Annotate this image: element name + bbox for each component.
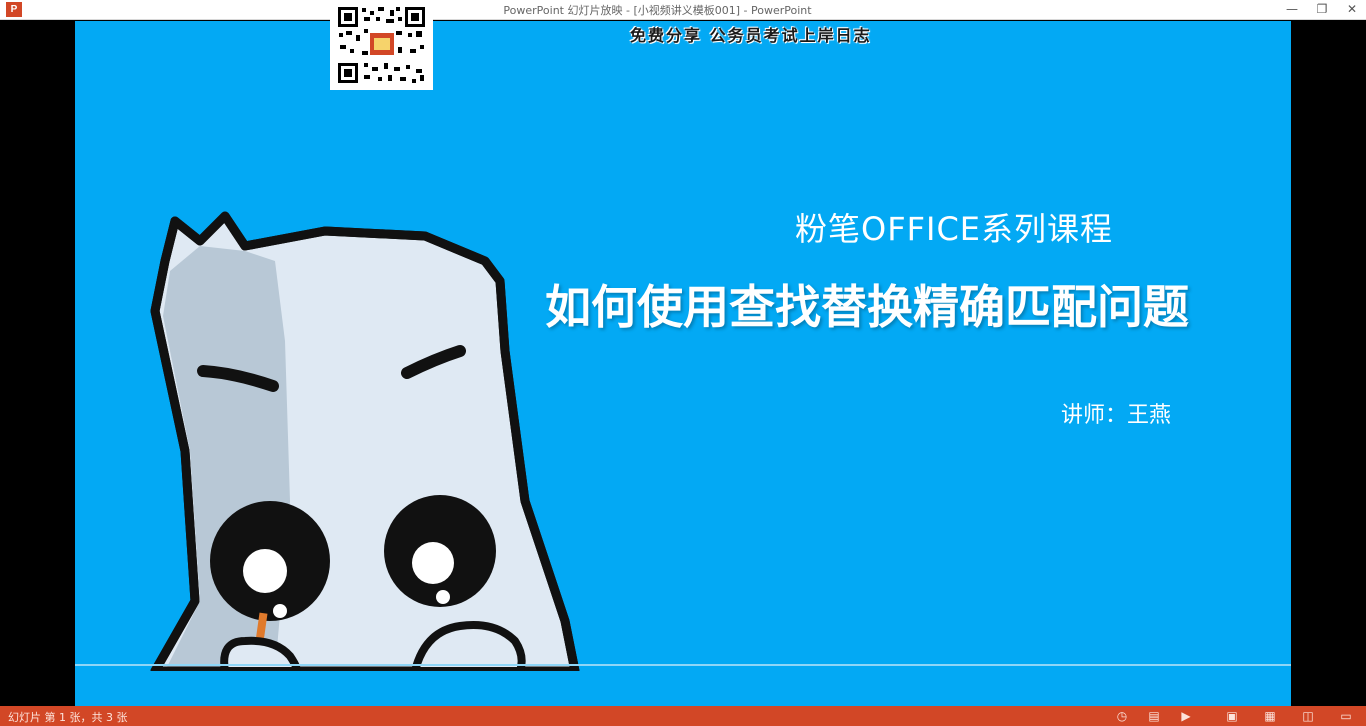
slideshow-icon[interactable]: ▭: [1338, 708, 1354, 724]
pointer-icon[interactable]: ◷: [1114, 708, 1130, 724]
window-title-bar: P PowerPoint 幻灯片放映 - [小视频讲义模板001] - Powe…: [0, 0, 1366, 20]
watermark-text: 免费分享 公务员考试上岸日志: [630, 26, 872, 45]
slide-main-title: 如何使用查找替换精确匹配问题: [545, 280, 1189, 334]
minimize-button[interactable]: —: [1279, 0, 1305, 20]
slide-canvas[interactable]: 粉笔OFFICE系列课程 如何使用查找替换精确匹配问题 讲师：王燕: [75, 21, 1291, 706]
letterbox-left: [0, 21, 75, 706]
notes-icon[interactable]: ▤: [1146, 708, 1162, 724]
restore-button[interactable]: ❐: [1309, 0, 1335, 20]
status-bar: 幻灯片 第 1 张，共 3 张 ◷ ▤ ▶ ▣ ▦ ◫ ▭: [0, 706, 1366, 726]
letterbox-right: [1291, 21, 1366, 706]
normal-view-icon[interactable]: ▣: [1224, 708, 1240, 724]
window-title: PowerPoint 幻灯片放映 - [小视频讲义模板001] - PowerP…: [503, 4, 812, 17]
slide-counter: 幻灯片 第 1 张，共 3 张: [8, 711, 128, 724]
slide-sorter-icon[interactable]: ▦: [1262, 708, 1278, 724]
play-icon[interactable]: ▶: [1178, 708, 1194, 724]
slide-divider-line: [75, 664, 1291, 666]
instructor-label: 讲师：王燕: [1061, 403, 1172, 428]
series-title: 粉笔OFFICE系列课程: [795, 210, 1114, 248]
chalk-mascot-illustration: [150, 211, 580, 671]
qr-code-icon: [336, 5, 427, 85]
reading-view-icon[interactable]: ◫: [1300, 708, 1316, 724]
qr-code-image: [330, 0, 433, 90]
close-button[interactable]: ✕: [1339, 0, 1365, 20]
